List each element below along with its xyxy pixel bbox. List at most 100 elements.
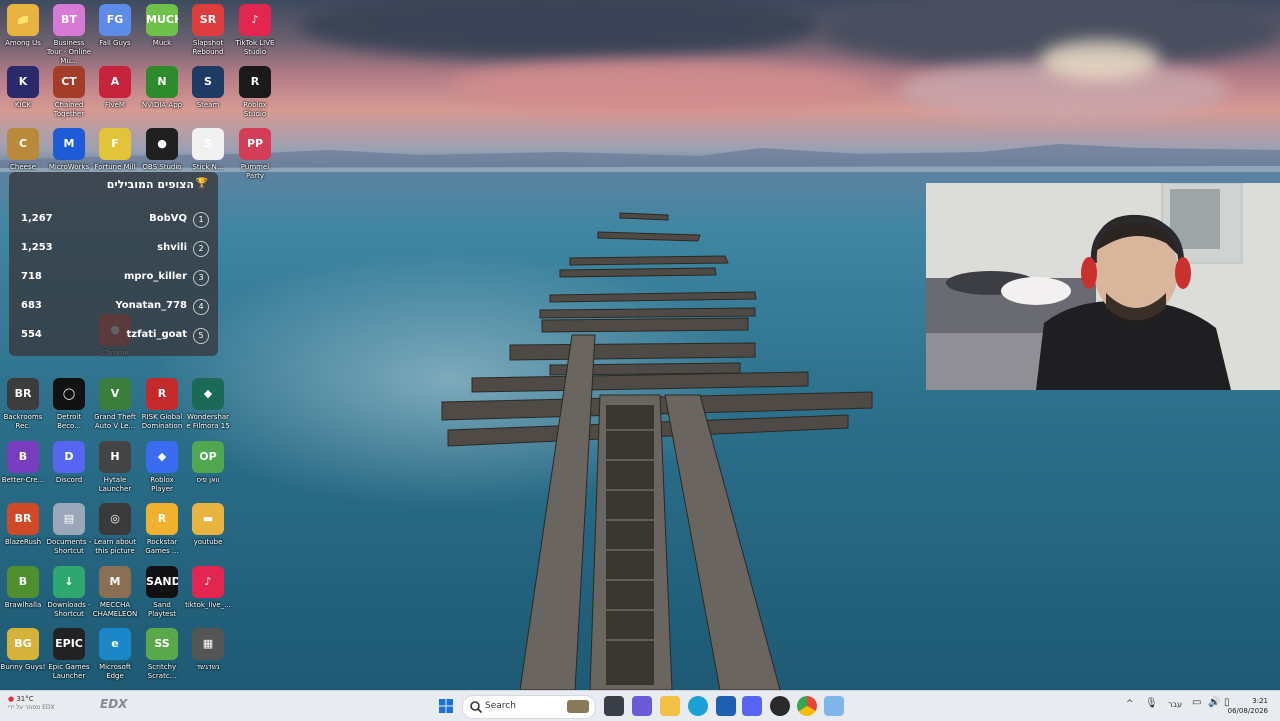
edge-icon[interactable] [688,696,708,716]
windows-icon [439,699,453,713]
desktop-icon[interactable]: ◯ Detroit Beco... [46,378,92,431]
app-icon: R [239,66,271,98]
app-icon: BG [7,628,39,660]
desktop-icon[interactable]: S Stick N... [185,128,231,172]
desktop-icon[interactable]: H Hytale Launcher [92,441,138,494]
viewer-row: 1,253 shvili 2 [21,240,211,258]
app-icon: ▬ [192,503,224,535]
file-explorer-icon[interactable] [660,696,680,716]
weather-widget[interactable]: ● 31°C מסחר על ידי EDX [8,695,55,711]
search-highlight-image [567,700,589,713]
desktop-icon[interactable]: K KICK [0,66,46,110]
desktop-icon-label: RISK Global Domination [141,413,183,430]
discord-icon[interactable] [742,696,762,716]
app-icon: BR [7,503,39,535]
desktop-icon[interactable]: OP וואן פיס [185,441,231,485]
desktop-icon[interactable]: V Grand Theft Auto V Le... [92,378,138,431]
app-icon: MUCK [146,4,178,36]
app-icon: C [7,128,39,160]
desktop-icon[interactable]: D Discord [46,441,92,485]
desktop-icon-label: Backrooms Rec. [3,413,43,430]
start-button[interactable] [436,696,456,716]
app-icon: SR [192,4,224,36]
desktop-icon[interactable]: SR Slapshot Rebound [185,4,231,57]
desktop-icon-label: Wondershare Filmora 15 [186,413,230,430]
chevron-up-icon[interactable]: ^ [1126,699,1134,709]
app-icon: SS [146,628,178,660]
desktop-icon-label: Chained Together [53,101,85,118]
desktop-icon[interactable]: PP Pummel Party [232,128,278,181]
desktop-icon[interactable]: B Brawlhalla [0,566,46,610]
desktop-icon[interactable]: ● OBS Studio [139,128,185,172]
trophy-icon: 🏆 [195,178,208,189]
desktop-icon[interactable]: B Better-Cre... [0,441,46,485]
desktop-icon[interactable]: ↓ Downloads - Shortcut [46,566,92,619]
desktop-icon[interactable]: BT Business Tour - Online Mu... [46,4,92,66]
app-icon: BR [7,378,39,410]
desktop-icon[interactable]: N NVIDIA App [139,66,185,110]
microphone-icon[interactable]: 🎙 [1145,698,1158,709]
app-icon: R [146,378,178,410]
desktop-icon[interactable]: BR BlazeRush [0,503,46,547]
viewer-row: 554 tzfati_goat 5 [21,327,211,345]
desktop-icon-label: Brawlhalla [4,601,42,609]
desktop-icon[interactable]: C Cheese [0,128,46,172]
app-icon: e [99,628,131,660]
desktop-icon[interactable]: BR Backrooms Rec. [0,378,46,431]
clock[interactable]: 3:21 06/08/2026 [1228,696,1268,716]
language-indicator[interactable]: עבר [1168,700,1182,709]
viewer-count: 718 [21,271,42,282]
desktop-icon[interactable]: ◆ Roblox Player [139,441,185,494]
viewer-name: tzfati_goat [126,329,187,340]
desktop-icon[interactable]: SS Scritchy Scratc... [139,628,185,681]
desktop-icon[interactable]: S Steam [185,66,231,110]
desktop-icon[interactable]: R Rockstar Games ... [139,503,185,556]
task-view-icon[interactable] [604,696,624,716]
desktop-icon[interactable]: F Fortune Mill [92,128,138,172]
app-icon: 📁 [7,4,39,36]
desktop-icon[interactable]: e Microsoft Edge [92,628,138,681]
chrome-icon[interactable] [797,696,817,716]
desktop-icon[interactable]: ▦ גשדגשד [185,628,231,672]
app-icon: D [53,441,85,473]
app-icon[interactable] [824,696,844,716]
app-icon: B [7,441,39,473]
viewer-rank: 1 [193,212,209,228]
desktop-icon[interactable]: MUCK Muck [139,4,185,48]
desktop-icon[interactable]: ◆ Wondershare Filmora 15 [185,378,231,431]
copilot-icon[interactable] [632,696,652,716]
desktop-icon-label: Grand Theft Auto V Le... [94,413,136,430]
viewer-row: 718 mpro_killer 3 [21,269,211,287]
desktop-icon-label: Roblox Player [150,476,174,493]
app-icon: OP [192,441,224,473]
desktop-icon[interactable]: R Roblox Studio [232,66,278,119]
desktop-icon[interactable]: A FiveM [92,66,138,110]
edx-logo: EDX [100,697,128,711]
viewer-count: 554 [21,329,42,340]
desktop-icon[interactable]: ◎ Learn about this picture [92,503,138,556]
volume-icon[interactable]: 🔊 [1208,697,1220,708]
search-box[interactable]: Search [462,695,596,719]
store-icon[interactable] [716,696,736,716]
desktop-icon-label: TikTok LIVE Studio [235,39,275,56]
app-icon: F [99,128,131,160]
desktop-icon[interactable]: SAND Sand Playtest [139,566,185,619]
desktop-icon[interactable]: M MECCHA CHAMELEON [92,566,138,619]
obs-icon[interactable] [770,696,790,716]
desktop-icon[interactable]: ♪ tiktok_live_... [185,566,231,610]
network-icon[interactable]: ▭ [1192,697,1201,708]
desktop-icon[interactable]: ▬ youtube [185,503,231,547]
viewer-rank: 5 [193,328,209,344]
desktop-icon-label: Hytale Launcher [98,476,132,493]
desktop-icon[interactable]: 📁 Among Us [0,4,46,48]
desktop-icon[interactable]: EPIC Epic Games Launcher [46,628,92,681]
desktop-icon[interactable]: CT Chained Together [46,66,92,119]
app-icon: A [99,66,131,98]
desktop-icon[interactable]: FG Fall Guys [92,4,138,48]
desktop-icon[interactable]: ♪ TikTok LIVE Studio [232,4,278,57]
viewer-name: Yonatan_778 [115,300,187,311]
desktop-icon[interactable]: BG Bunny Guys! [0,628,46,672]
desktop-icon[interactable]: M MicroWorks [46,128,92,172]
desktop-icon[interactable]: ▤ Documents - Shortcut [46,503,92,556]
desktop-icon[interactable]: R RISK Global Domination [139,378,185,431]
